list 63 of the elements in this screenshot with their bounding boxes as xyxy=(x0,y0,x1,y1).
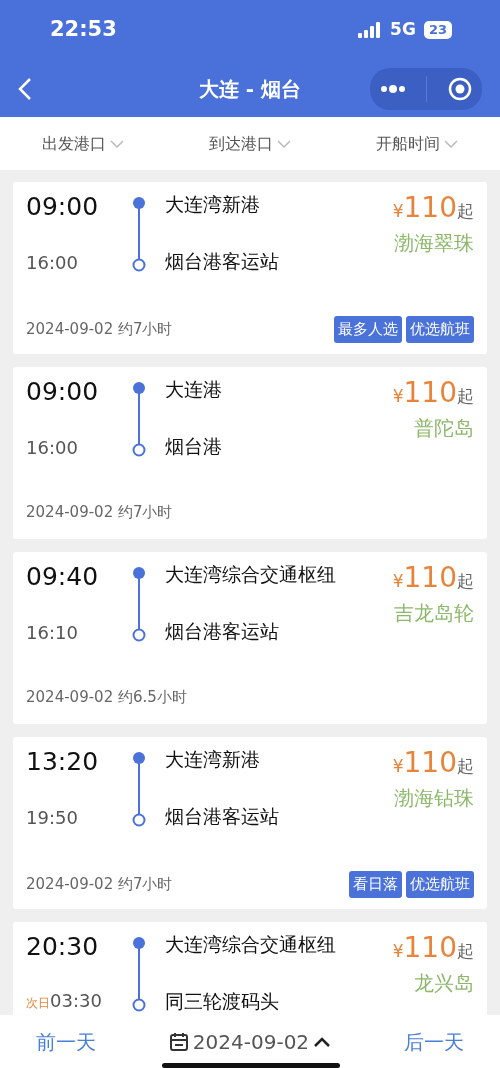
price-text: ¥110起 xyxy=(392,379,474,407)
sailing-card[interactable]: 09:40 16:10 大连湾综合交通枢纽 烟台港客运站 ¥110起 吉龙岛轮 2024-09-02 约6.5小时 xyxy=(13,552,487,724)
tag-label: 看日落 xyxy=(349,871,402,898)
back-icon[interactable] xyxy=(18,76,32,101)
target-icon[interactable] xyxy=(447,76,472,101)
arrival-time: 03:30 xyxy=(50,992,102,1010)
ship-name: 龙兴岛 xyxy=(413,970,474,997)
departure-port: 大连港 xyxy=(165,379,223,400)
next-day-link[interactable]: 后一天 xyxy=(403,1026,464,1057)
date-duration-text: 2024-09-02 约7小时 xyxy=(26,319,173,340)
clock-text: 22:53 xyxy=(50,16,117,44)
ship-name: 渤海钻珠 xyxy=(393,785,474,812)
departure-time: 13:20 xyxy=(26,749,100,774)
sailing-card[interactable]: 09:00 16:00 大连港 烟台港 ¥110起 普陀岛 2024-09-02 约7小时 xyxy=(13,367,487,539)
price-text: ¥110起 xyxy=(392,934,474,962)
chevron-icon xyxy=(277,139,291,148)
date-duration-text: 2024-09-02 约7小时 xyxy=(26,874,173,895)
page-title: 大连 - 烟台 xyxy=(197,75,303,103)
tag-label: 最多人选 xyxy=(334,316,402,343)
arrival-time: 16:00 xyxy=(26,254,78,272)
ship-name: 渤海翠珠 xyxy=(393,230,474,257)
network-text: 5G xyxy=(390,18,416,42)
date-picker[interactable]: 2024-09-02 xyxy=(168,1026,332,1057)
departure-port: 大连湾新港 xyxy=(165,194,261,215)
next-day-label: 次日 xyxy=(26,995,50,1012)
ship-name: 普陀岛 xyxy=(413,415,474,442)
price-text: ¥110起 xyxy=(392,194,474,222)
price-text: ¥110起 xyxy=(392,749,474,777)
date-duration-text: 2024-09-02 约6.5小时 xyxy=(26,687,187,708)
arrival-port: 烟台港客运站 xyxy=(165,621,280,642)
date-duration-text: 2024-09-02 约7小时 xyxy=(26,502,173,523)
arrival-port: 同三轮渡码头 xyxy=(165,991,280,1012)
chevron-icon xyxy=(110,139,125,148)
more-icon[interactable] xyxy=(380,83,407,94)
battery-indicator: 23 xyxy=(423,21,452,39)
filter-dropdown[interactable]: 开船时间 xyxy=(375,131,458,156)
calendar-icon xyxy=(168,1031,189,1052)
tag-label: 优选航班 xyxy=(406,871,474,898)
ship-name: 吉龙岛轮 xyxy=(393,600,474,627)
departure-time: 09:00 xyxy=(26,379,100,404)
departure-port: 大连湾综合交通枢纽 xyxy=(165,934,337,955)
arrival-time: 16:00 xyxy=(26,439,78,457)
departure-port: 大连湾新港 xyxy=(165,749,261,770)
arrival-time: 19:50 xyxy=(26,809,78,827)
departure-time: 09:00 xyxy=(26,194,100,219)
tag-label: 优选航班 xyxy=(406,316,474,343)
price-text: ¥110起 xyxy=(392,564,474,592)
arrival-port: 烟台港 xyxy=(165,436,223,457)
sailing-card[interactable]: 13:20 19:50 大连湾新港 烟台港客运站 ¥110起 渤海钻珠 2024-09-02 约7小时 看日落 优选航班 xyxy=(13,737,487,909)
signal-icon xyxy=(358,22,383,38)
departure-time: 20:30 xyxy=(26,934,100,959)
sailing-card[interactable]: 09:00 16:00 大连湾新港 烟台港客运站 ¥110起 渤海翠珠 2024-09-02 约7小时 最多人选 优选航班 xyxy=(13,182,487,354)
sailing-card[interactable]: 20:30 次日 03:30 大连湾综合交通枢纽 同三轮渡码头 ¥110起 龙兴岛 xyxy=(13,922,487,1015)
chevron-icon xyxy=(443,139,458,148)
previous-day-link[interactable]: 前一天 xyxy=(36,1026,97,1057)
arrival-port: 烟台港客运站 xyxy=(165,806,280,827)
arrival-time: 16:10 xyxy=(26,624,78,642)
departure-port: 大连湾综合交通枢纽 xyxy=(165,564,337,585)
departure-time: 09:40 xyxy=(26,564,100,589)
arrival-port: 烟台港客运站 xyxy=(165,251,280,272)
caret-up-icon xyxy=(313,1035,332,1048)
filter-dropdown[interactable]: 到达港口 xyxy=(209,131,291,156)
filter-dropdown[interactable]: 出发港口 xyxy=(42,131,125,156)
